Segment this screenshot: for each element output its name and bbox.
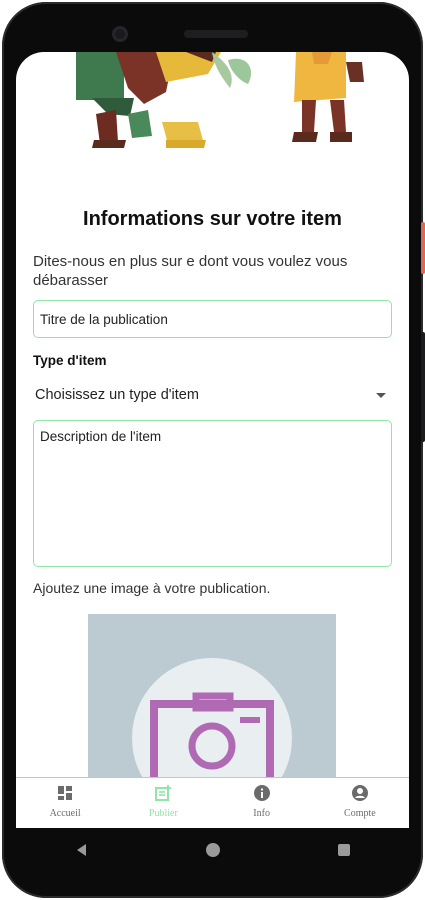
nav-item-publier[interactable]: Publier xyxy=(114,778,212,828)
power-button xyxy=(421,222,425,274)
nav-item-compte[interactable]: Compte xyxy=(311,778,409,828)
back-icon[interactable] xyxy=(73,841,91,859)
dashboard-icon xyxy=(58,786,73,800)
item-type-select-value: Choisissez un type d'item xyxy=(35,387,199,403)
app-screen: Informations sur votre item Dites-nous e… xyxy=(16,52,409,828)
nav-label-info: Info xyxy=(253,808,270,819)
publication-title-placeholder: Titre de la publication xyxy=(40,311,168,327)
system-navigation-bar xyxy=(16,828,409,872)
nav-label-accueil: Accueil xyxy=(49,808,81,819)
bottom-navigation: Accueil Publier Info Compte xyxy=(16,777,409,828)
page-title: Informations sur votre item xyxy=(83,208,342,230)
post-add-icon xyxy=(155,785,172,801)
header-illustration xyxy=(76,52,364,148)
publication-title-input[interactable]: Titre de la publication xyxy=(33,300,392,338)
image-hint-text: Ajoutez une image à votre publication. xyxy=(33,580,271,596)
nav-label-compte: Compte xyxy=(344,808,376,819)
front-camera xyxy=(112,26,128,42)
home-icon[interactable] xyxy=(204,841,222,859)
earpiece-speaker xyxy=(184,30,248,38)
description-textarea[interactable]: Description de l'item xyxy=(33,420,392,567)
recents-icon[interactable] xyxy=(335,841,353,859)
nav-item-info[interactable]: Info xyxy=(213,778,311,828)
item-type-label: Type d'item xyxy=(33,353,107,368)
nav-label-publier: Publier xyxy=(148,808,178,819)
dropdown-arrow-icon xyxy=(376,392,386,398)
page-subtitle: Dites-nous en plus sur e dont vous voule… xyxy=(33,253,348,289)
nav-item-accueil[interactable]: Accueil xyxy=(16,778,114,828)
item-type-select[interactable]: Choisissez un type d'item xyxy=(33,382,392,408)
description-placeholder: Description de l'item xyxy=(40,429,162,444)
info-icon xyxy=(253,785,270,801)
volume-button xyxy=(421,332,425,442)
account-icon xyxy=(351,785,368,801)
